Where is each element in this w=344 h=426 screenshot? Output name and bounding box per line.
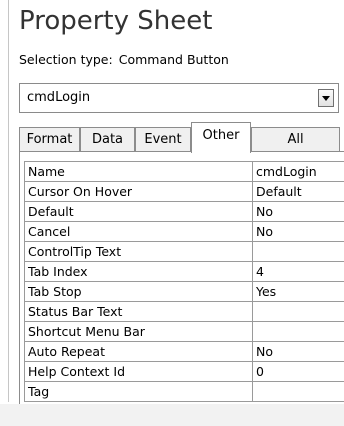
property-name[interactable]: Status Bar Text [24,301,253,322]
property-row[interactable]: Tab Index 4 [24,261,344,282]
property-row[interactable]: ControlTip Text [24,241,344,262]
property-name[interactable]: Default [24,201,253,222]
tab-data[interactable]: Data [80,127,135,152]
property-value[interactable]: 0 [252,361,344,382]
object-selector-combo[interactable]: cmdLogin [19,83,339,113]
property-name[interactable]: Tag [24,381,253,402]
property-value[interactable] [252,381,344,402]
property-row[interactable]: Name cmdLogin [24,161,344,182]
property-value[interactable]: Yes [252,281,344,302]
pane-title: Property Sheet [19,6,213,36]
property-row[interactable]: Help Context Id 0 [24,361,344,382]
property-name[interactable]: Name [24,161,253,182]
property-value[interactable] [252,241,344,262]
tab-all[interactable]: All [251,127,340,152]
property-row[interactable]: Cancel No [24,221,344,242]
property-name[interactable]: Tab Stop [24,281,253,302]
property-name[interactable]: ControlTip Text [24,241,253,262]
property-name[interactable]: Tab Index [24,261,253,282]
selection-type: Selection type: Command Button [19,52,229,67]
pane-left-border [8,0,9,402]
property-value[interactable]: No [252,201,344,222]
property-row[interactable]: Auto Repeat No [24,341,344,362]
property-grid: Name cmdLogin Cursor On Hover Default De… [24,161,344,402]
selection-type-value: Command Button [118,52,229,67]
selection-type-label: Selection type: [19,52,113,67]
tab-format[interactable]: Format [19,127,80,152]
tab-other[interactable]: Other [191,122,251,153]
property-name[interactable]: Cursor On Hover [24,181,253,202]
property-row[interactable]: Cursor On Hover Default [24,181,344,202]
tab-event[interactable]: Event [135,127,191,152]
property-tabs: Format Data Event Other All [19,122,344,153]
property-value[interactable] [252,321,344,342]
property-name[interactable]: Auto Repeat [24,341,253,362]
property-value[interactable] [252,301,344,322]
property-row[interactable]: Status Bar Text [24,301,344,322]
property-value[interactable]: 4 [252,261,344,282]
pane-bottom-strip [0,404,344,426]
property-row[interactable]: Tab Stop Yes [24,281,344,302]
object-selector-value: cmdLogin [27,90,91,105]
property-sheet-pane: Property Sheet Selection type: Command Bu… [0,0,344,426]
property-value[interactable]: Default [252,181,344,202]
property-value[interactable]: No [252,341,344,362]
chevron-down-icon [322,96,330,101]
property-value[interactable]: cmdLogin [252,161,344,182]
property-name[interactable]: Help Context Id [24,361,253,382]
property-name[interactable]: Shortcut Menu Bar [24,321,253,342]
property-value[interactable]: No [252,221,344,242]
object-selector-dropdown-button[interactable] [318,89,334,107]
property-row[interactable]: Shortcut Menu Bar [24,321,344,342]
property-row[interactable]: Default No [24,201,344,222]
property-name[interactable]: Cancel [24,221,253,242]
property-row[interactable]: Tag [24,381,344,402]
